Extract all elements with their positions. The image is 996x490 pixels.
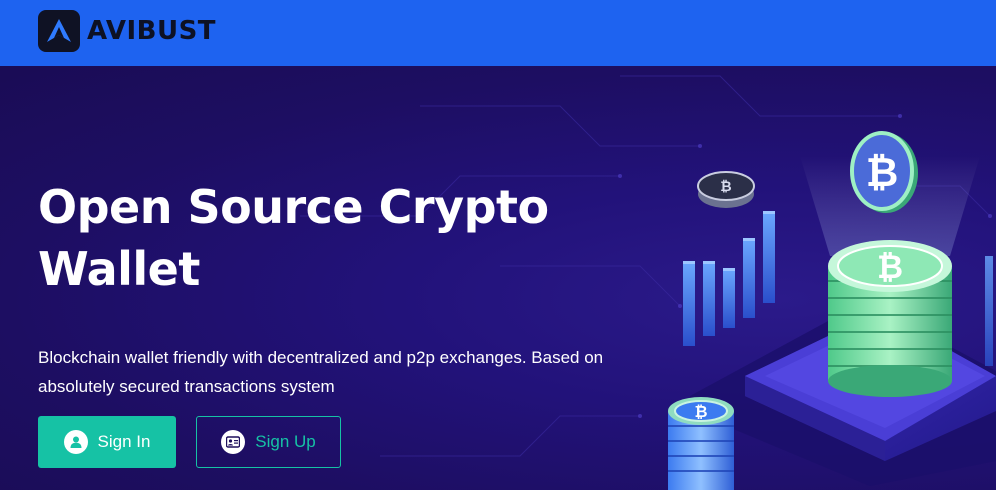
hero-description: Blockchain wallet friendly with decentra…: [38, 348, 604, 396]
svg-text:₿: ₿: [720, 179, 731, 195]
svg-text:₿: ₿: [866, 150, 899, 196]
hero-title: Open Source Crypto Wallet: [38, 180, 549, 296]
brand-name: AVIBUST: [87, 16, 217, 46]
svg-text:₿: ₿: [694, 402, 707, 421]
id-card-icon: [221, 430, 246, 454]
coin-stack-small: ₿: [668, 397, 734, 490]
user-icon: [63, 430, 88, 454]
hero-section: ₿ ₿ ₿ ₿ Open Source Crypto Wallet Blockc…: [0, 66, 996, 490]
floating-coin-small: ₿: [697, 171, 755, 208]
sign-in-button[interactable]: Sign In: [38, 416, 176, 468]
coin-stack-large: ₿: [828, 240, 952, 397]
bar-chart-graphic: [683, 211, 775, 346]
sign-up-label: Sign Up: [255, 432, 316, 451]
sign-in-label: Sign In: [97, 432, 151, 451]
brand-logo[interactable]: AVIBUST: [38, 10, 216, 52]
floating-coin-large: ₿: [850, 131, 918, 213]
avibust-logo-icon: [38, 10, 80, 52]
top-header: AVIBUST: [0, 0, 996, 66]
svg-text:₿: ₿: [877, 248, 903, 286]
sign-up-button[interactable]: Sign Up: [196, 416, 341, 468]
